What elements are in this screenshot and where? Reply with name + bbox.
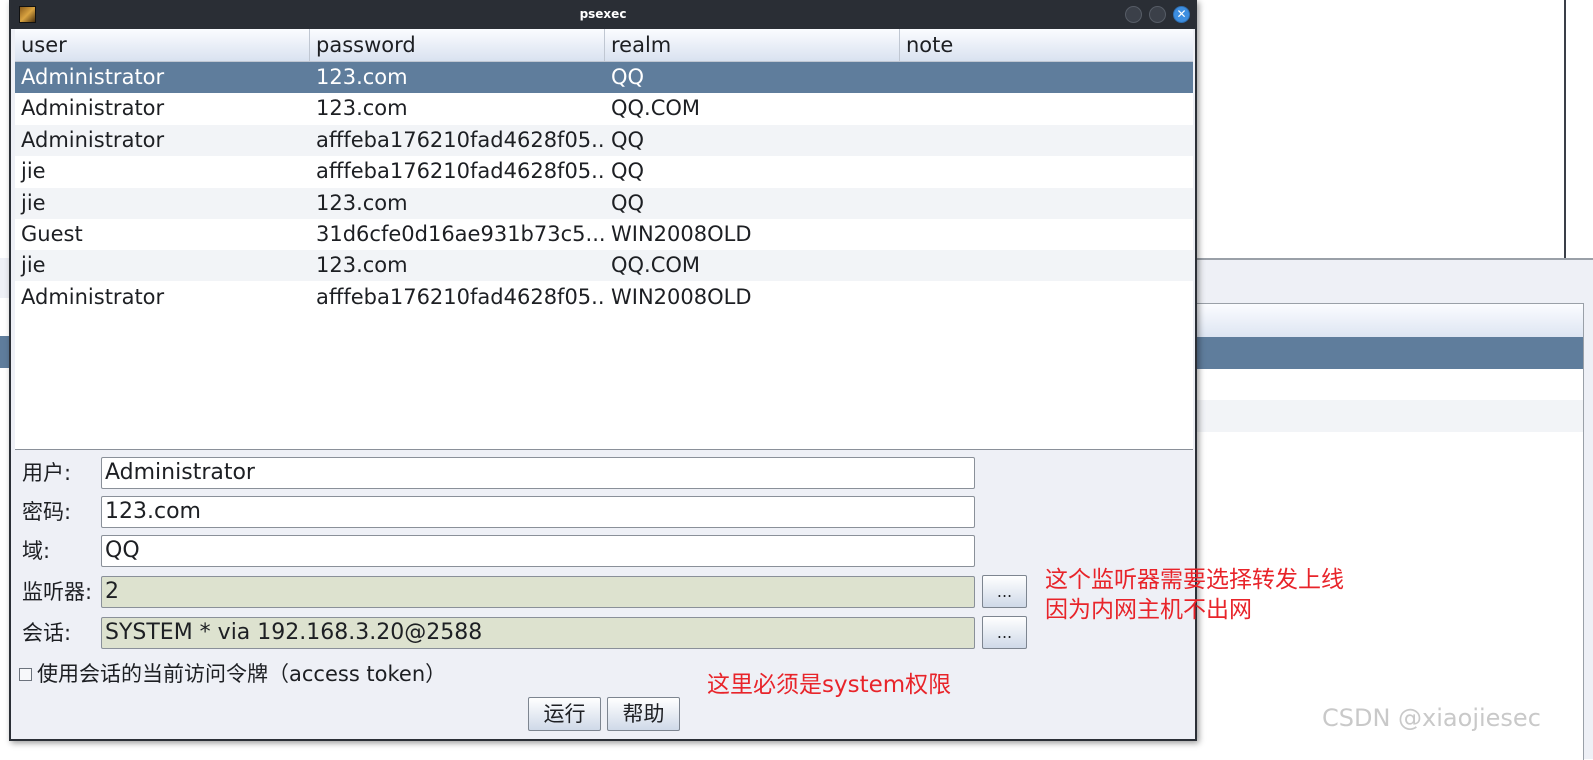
listener-browse-button[interactable]: ... <box>982 575 1027 608</box>
cell-user: Guest <box>21 222 83 246</box>
listener-annotation-line1: 这个监听器需要选择转发上线 <box>1045 567 1344 593</box>
cell-note <box>900 250 1193 281</box>
cell-note <box>900 219 1193 250</box>
background-alt-row <box>1196 400 1583 432</box>
cell-note <box>900 125 1193 156</box>
session-label: 会话: <box>22 621 72 645</box>
cell-user: jie <box>21 190 46 215</box>
cell-note <box>900 282 1193 313</box>
cell-user: Administrator <box>21 96 165 121</box>
table-row[interactable]: Administrator afffeba176210fad4628f05... W… <box>15 282 1193 313</box>
domain-input[interactable]: QQ <box>101 535 975 567</box>
table-row[interactable]: Administrator 123.com QQ.COM <box>15 93 1193 124</box>
password-label: 密码: <box>22 500 72 524</box>
cell-note <box>900 188 1193 219</box>
column-header-realm[interactable]: realm <box>605 29 900 61</box>
cell-password: afffeba176210fad4628f05... <box>316 284 605 309</box>
close-button[interactable]: ✕ <box>1173 6 1190 23</box>
session-browse-button[interactable]: ... <box>982 616 1027 649</box>
help-button[interactable]: 帮助 <box>607 697 680 731</box>
cell-password: 123.com <box>316 253 408 278</box>
close-icon: ✕ <box>1176 7 1187 21</box>
cell-realm: QQ <box>611 159 645 184</box>
access-token-label[interactable]: 使用会话的当前访问令牌（access token） <box>37 659 446 689</box>
cell-realm: QQ <box>611 127 645 152</box>
background-table-header <box>1196 304 1583 338</box>
cell-password: 123.com <box>316 96 408 121</box>
window-title: psexec <box>579 7 627 21</box>
background-table <box>1196 303 1584 760</box>
cell-password: 123.com <box>316 190 408 215</box>
password-input[interactable]: 123.com <box>101 496 975 528</box>
cell-user: Administrator <box>21 65 165 89</box>
watermark: CSDN @xiaojiesec <box>1322 704 1541 732</box>
cell-realm: QQ <box>611 65 645 89</box>
cell-realm: WIN2008OLD <box>611 222 752 246</box>
column-header-note[interactable]: note <box>900 29 1193 61</box>
cell-realm: QQ.COM <box>611 253 701 278</box>
minimize-button[interactable] <box>1125 6 1142 23</box>
table-header: user password realm note <box>15 29 1193 62</box>
session-field[interactable]: SYSTEM * via 192.168.3.20@2588 <box>101 617 975 649</box>
listener-field[interactable]: 2 <box>101 576 975 608</box>
title-bar[interactable]: psexec ✕ <box>11 0 1195 29</box>
cell-user: jie <box>21 159 46 184</box>
cell-password: afffeba176210fad4628f05... <box>316 127 605 152</box>
access-token-checkbox[interactable] <box>19 668 32 681</box>
cell-note <box>900 93 1193 124</box>
user-label: 用户: <box>22 461 72 485</box>
cell-note <box>900 156 1193 187</box>
cell-password: 31d6cfe0d16ae931b73c5... <box>316 222 605 246</box>
background-window-border <box>1564 0 1566 259</box>
maximize-button[interactable] <box>1149 6 1166 23</box>
psexec-dialog: psexec ✕ user password realm note Admini… <box>9 0 1197 741</box>
column-header-password[interactable]: password <box>310 29 605 61</box>
listener-label: 监听器: <box>22 580 93 604</box>
cell-user: Administrator <box>21 127 165 152</box>
table-row[interactable]: Administrator afffeba176210fad4628f05... Q… <box>15 124 1193 156</box>
table-row[interactable]: jie 123.com QQ <box>15 187 1193 219</box>
table-row[interactable]: jie afffeba176210fad4628f05... QQ <box>15 156 1193 187</box>
cell-note <box>900 62 1193 93</box>
domain-label: 域: <box>22 539 51 563</box>
cell-user: Administrator <box>21 284 165 309</box>
table-row[interactable]: Administrator 123.com QQ <box>15 62 1193 93</box>
table-row[interactable]: Guest 31d6cfe0d16ae931b73c5... WIN2008OLD <box>15 219 1193 250</box>
run-button[interactable]: 运行 <box>528 697 601 731</box>
cell-realm: QQ.COM <box>611 96 701 121</box>
cell-user: jie <box>21 253 46 278</box>
cell-password: afffeba176210fad4628f05... <box>316 159 605 184</box>
column-header-user[interactable]: user <box>15 29 310 61</box>
cell-realm: WIN2008OLD <box>611 284 752 309</box>
listener-annotation-line2: 因为内网主机不出网 <box>1045 597 1252 623</box>
session-annotation: 这里必须是system权限 <box>707 672 952 698</box>
table-row[interactable]: jie 123.com QQ.COM <box>15 250 1193 282</box>
credentials-table[interactable]: user password realm note Administrator 12… <box>15 29 1193 450</box>
cell-realm: QQ <box>611 190 645 215</box>
user-input[interactable]: Administrator <box>101 457 975 489</box>
cell-password: 123.com <box>316 65 408 89</box>
background-selected-row <box>1196 337 1583 369</box>
